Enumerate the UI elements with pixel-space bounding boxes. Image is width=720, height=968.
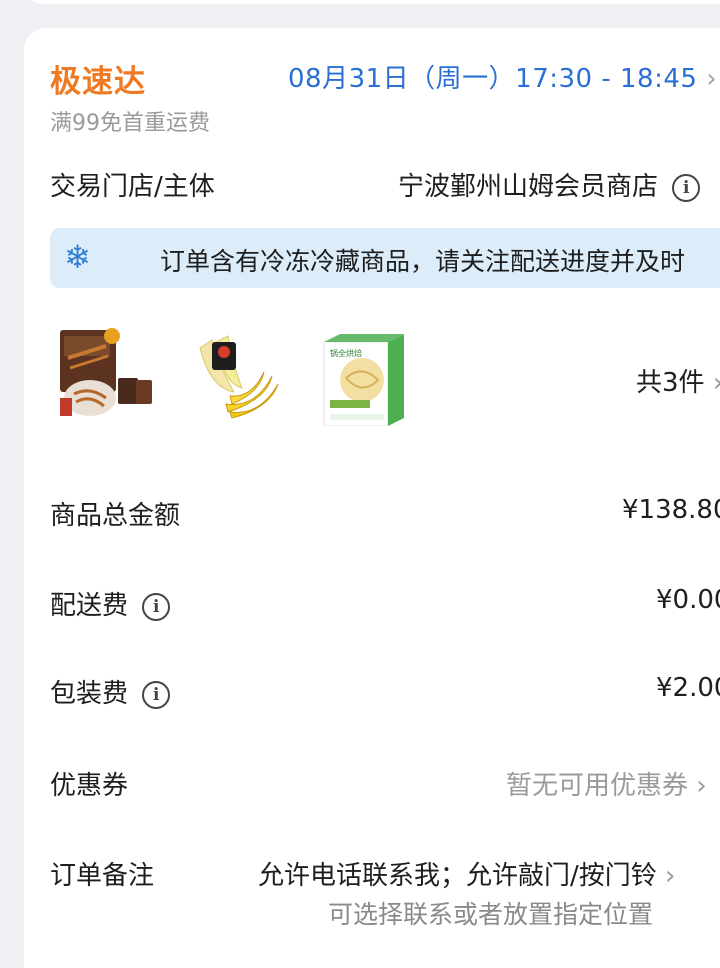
express-label: 极速达 [50, 64, 146, 100]
svg-text:锅全烘焙: 锅全烘焙 [330, 348, 362, 358]
packaging-fee-value: ¥2.00 [656, 673, 720, 703]
product-thumb-bananas[interactable] [190, 328, 288, 426]
store-name: 宁波鄞州山姆会员商店 [398, 172, 659, 202]
info-icon[interactable]: i [142, 680, 171, 709]
store-value-row[interactable]: 宁波鄞州山姆会员商店 i [398, 166, 701, 203]
info-icon[interactable]: i [142, 592, 171, 621]
packaging-fee-row: 包装费 i [50, 673, 171, 710]
delivery-fee-row: 配送费 i [50, 585, 171, 622]
coupon-selector[interactable]: 暂无可用优惠券 › [506, 765, 707, 802]
previous-card-edge [28, 0, 720, 4]
chevron-right-icon: › [713, 368, 720, 398]
snowflake-icon: ❄ [64, 238, 91, 276]
remarks-value: 允许电话联系我；允许敲门/按门铃 [258, 861, 657, 891]
subtotal-label: 商品总金额 [50, 501, 181, 531]
product-thumb-jerky[interactable] [56, 328, 154, 426]
store-label: 交易门店/主体 [50, 172, 215, 202]
info-icon[interactable]: i [672, 173, 701, 202]
subtotal-value: ¥138.80 [622, 495, 720, 525]
cold-chain-notice: ❄ 订单含有冷冻冷藏商品，请关注配送进度并及时 [50, 228, 720, 288]
remarks-label: 订单备注 [50, 861, 155, 891]
chevron-right-icon: › [706, 64, 718, 94]
packaging-fee-label: 包装费 [50, 679, 129, 709]
delivery-fee-value: ¥0.00 [656, 585, 720, 615]
coupon-label: 优惠券 [50, 771, 129, 801]
remarks-placeholder: 可选择联系或者放置指定位置 [328, 900, 654, 929]
free-shipping-note: 满99免首重运费 [50, 111, 210, 136]
notice-text: 订单含有冷冻冷藏商品，请关注配送进度并及时 [160, 247, 686, 276]
items-count: 共3件 [636, 368, 705, 398]
chevron-right-icon: › [665, 861, 676, 891]
coupon-value: 暂无可用优惠券 [506, 771, 689, 801]
delivery-time-selector[interactable]: 08月31日（周一）17:30 - 18:45 › [288, 58, 717, 95]
items-count-link[interactable]: 共3件 › [636, 362, 720, 399]
delivery-time-text: 08月31日（周一）17:30 - 18:45 [288, 64, 698, 94]
delivery-fee-label: 配送费 [50, 591, 129, 621]
remarks-selector[interactable]: 允许电话联系我；允许敲门/按门铃 › [258, 855, 675, 892]
chevron-right-icon: › [696, 771, 707, 801]
product-thumb-pancake[interactable]: 锅全烘焙 [322, 334, 420, 432]
